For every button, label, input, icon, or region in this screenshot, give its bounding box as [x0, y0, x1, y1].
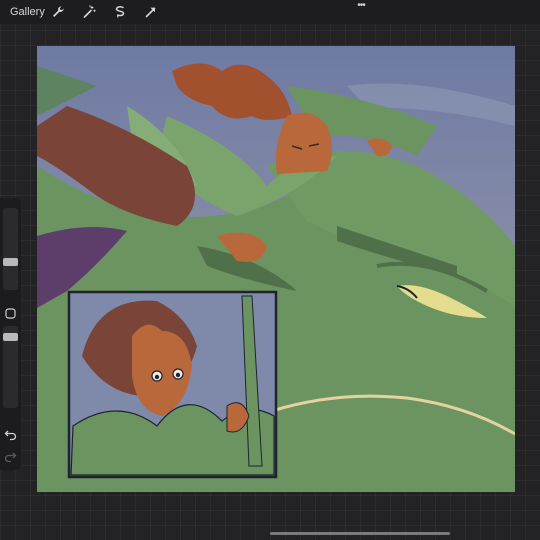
- left-sidebar: [0, 198, 21, 470]
- inset-panel: [67, 290, 278, 479]
- artwork: [37, 46, 515, 492]
- opacity-slider[interactable]: [3, 326, 18, 408]
- top-toolbar: Gallery •••: [0, 0, 540, 24]
- transform-arrow-icon[interactable]: [142, 3, 160, 21]
- drawing-canvas[interactable]: [37, 46, 515, 492]
- wrench-icon[interactable]: [49, 3, 67, 21]
- home-indicator[interactable]: [270, 532, 450, 535]
- undo-icon[interactable]: [4, 428, 17, 441]
- modifier-square-icon[interactable]: [5, 306, 16, 319]
- selection-icon[interactable]: [111, 3, 129, 21]
- magic-wand-icon[interactable]: [80, 3, 98, 21]
- brush-size-thumb[interactable]: [3, 258, 18, 266]
- redo-icon[interactable]: [4, 450, 17, 463]
- more-options-button[interactable]: •••: [352, 0, 370, 12]
- brush-size-slider[interactable]: [3, 208, 18, 290]
- opacity-thumb[interactable]: [3, 333, 18, 341]
- gallery-button[interactable]: Gallery: [10, 5, 45, 19]
